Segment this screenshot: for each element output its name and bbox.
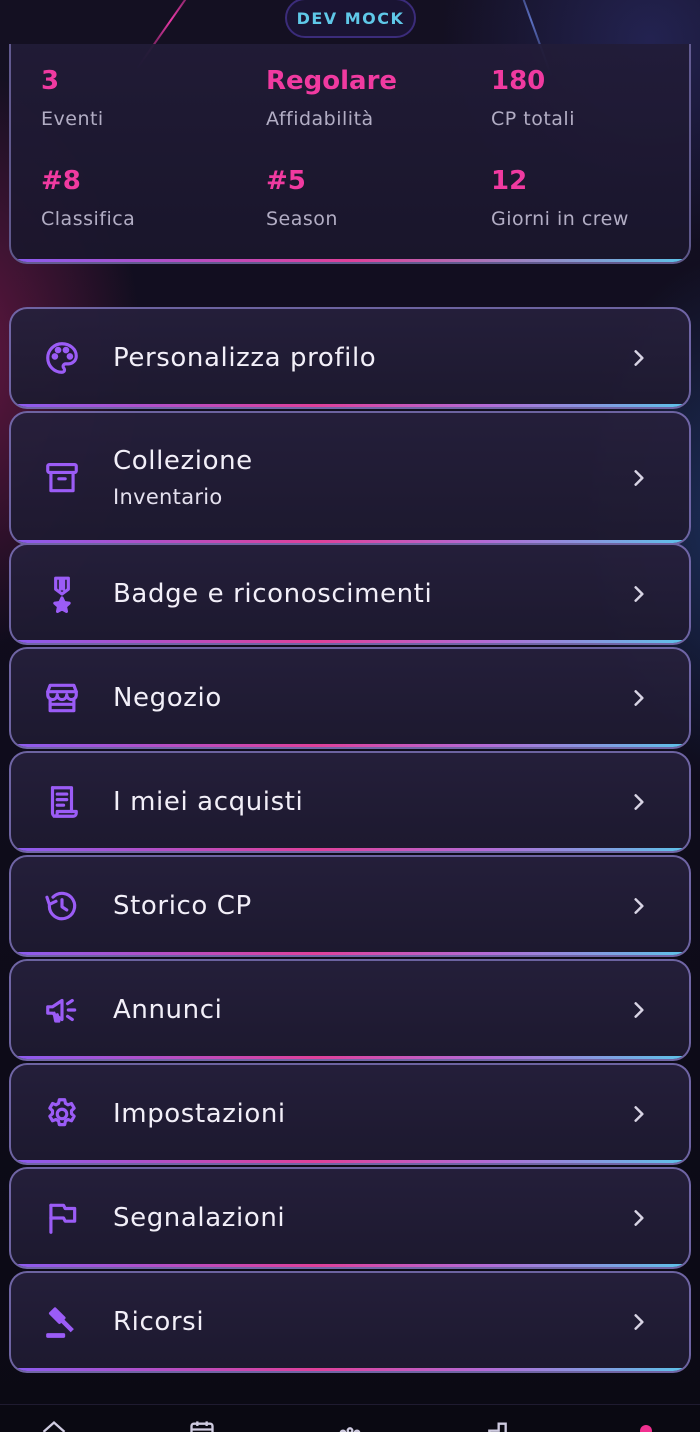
menu-item-label: Impostazioni [113, 1098, 286, 1129]
stat-events: 3 Eventi [41, 68, 261, 130]
chevron-right-icon [634, 1210, 644, 1226]
chevron-right-icon [634, 1002, 644, 1018]
community-icon[interactable] [336, 1419, 364, 1432]
menu-item-label: Ricorsi [113, 1306, 205, 1337]
stat-total-cp: 180 CP totali [491, 66, 689, 130]
stat-value: Regolare [266, 66, 398, 96]
menu-item-settings[interactable]: Impostazioni [9, 1063, 691, 1165]
profile-active-indicator[interactable] [640, 1425, 652, 1432]
menu-item-label: I miei acquisti [113, 786, 304, 817]
stat-value: #8 [41, 166, 81, 196]
chevron-right-icon [634, 1106, 644, 1122]
menu-item-label: Annunci [113, 994, 223, 1025]
stats-card: 3 Eventi Regolare Affidabilità 180 CP to… [9, 44, 691, 264]
stat-label: Classifica [41, 208, 136, 230]
stat-label: Eventi [41, 108, 104, 130]
stat-label: CP totali [491, 108, 575, 130]
menu-item-label: Collezione [113, 445, 253, 476]
stat-ranking: #8 Classifica [41, 168, 261, 230]
menu-item-personalize-profile[interactable]: Personalizza profilo [9, 307, 691, 409]
chevron-right-icon [634, 586, 644, 602]
home-icon[interactable] [40, 1419, 68, 1432]
stat-reliability: Regolare Affidabilità [266, 68, 486, 130]
chevron-right-icon [634, 350, 644, 366]
megaphone-icon [41, 989, 83, 1031]
store-icon [41, 677, 83, 719]
bottom-navigation [0, 1404, 700, 1432]
palette-icon [41, 337, 83, 379]
stat-label: Giorni in crew [491, 208, 629, 230]
medal-icon [41, 573, 83, 615]
menu-item-collection[interactable]: Collezione Inventario [9, 411, 691, 545]
menu-item-label: Personalizza profilo [113, 342, 377, 373]
gavel-icon [41, 1301, 83, 1343]
menu-item-appeals[interactable]: Ricorsi [9, 1271, 691, 1373]
stat-value: 12 [491, 166, 528, 196]
menu-item-label: Storico CP [113, 890, 252, 921]
stat-label: Affidabilità [266, 108, 374, 130]
menu-item-label: Negozio [113, 682, 222, 713]
chevron-right-icon [634, 898, 644, 914]
history-icon [41, 885, 83, 927]
chevron-right-icon [634, 794, 644, 810]
menu-item-label: Segnalazioni [113, 1202, 286, 1233]
archive-icon [41, 457, 83, 499]
stat-value: 180 [491, 66, 546, 96]
menu-item-cp-history[interactable]: Storico CP [9, 855, 691, 957]
menu-item-my-purchases[interactable]: I miei acquisti [9, 751, 691, 853]
menu-item-label: Badge e riconoscimenti [113, 578, 433, 609]
stat-days-in-crew: 12 Giorni in crew [491, 166, 689, 230]
calendar-icon[interactable] [188, 1419, 216, 1432]
chevron-right-icon [634, 470, 644, 486]
gear-icon [41, 1093, 83, 1135]
dev-mock-badge: DEV MOCK [285, 0, 416, 38]
menu-item-reports[interactable]: Segnalazioni [9, 1167, 691, 1269]
menu-item-sublabel: Inventario [113, 485, 223, 510]
menu-item-shop[interactable]: Negozio [9, 647, 691, 749]
flag-icon [41, 1197, 83, 1239]
leaderboard-icon[interactable] [480, 1419, 508, 1432]
stat-label: Season [266, 208, 338, 230]
chevron-right-icon [634, 690, 644, 706]
stat-value: #5 [266, 166, 306, 196]
receipt-icon [41, 781, 83, 823]
menu-item-badges[interactable]: Badge e riconoscimenti [9, 543, 691, 645]
stat-value: 3 [41, 66, 60, 96]
stat-season: #5 Season [266, 168, 486, 230]
menu-item-announcements[interactable]: Annunci [9, 959, 691, 1061]
chevron-right-icon [634, 1314, 644, 1330]
